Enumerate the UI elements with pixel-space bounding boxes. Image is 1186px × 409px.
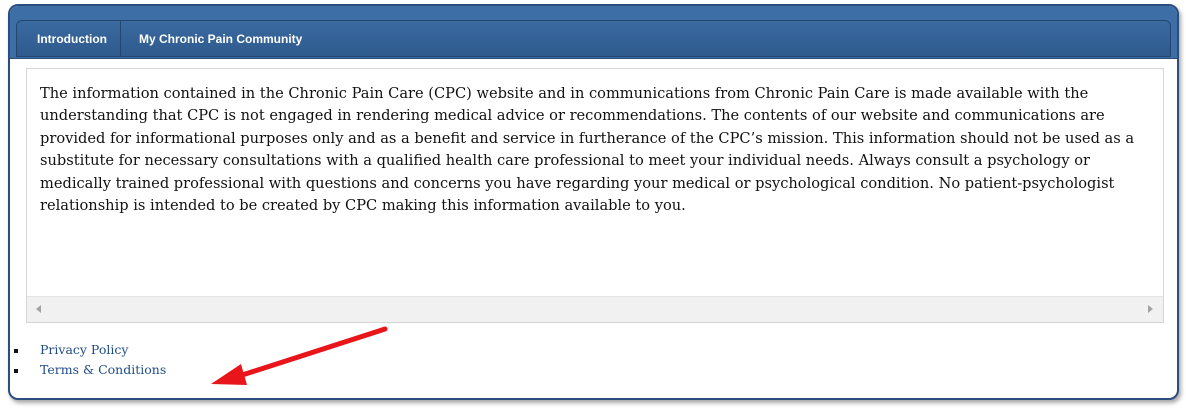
tab-strip: Introduction My Chronic Pain Community: [16, 20, 1171, 57]
tab-introduction[interactable]: Introduction: [17, 21, 121, 56]
terms-conditions-link[interactable]: Terms & Conditions: [40, 362, 166, 377]
bullet-icon: [14, 369, 18, 373]
scroll-left-icon[interactable]: [36, 305, 41, 313]
scroll-right-icon[interactable]: [1148, 305, 1153, 313]
footer-links: Privacy Policy Terms & Conditions: [10, 340, 166, 380]
list-item: Privacy Policy: [10, 340, 166, 360]
privacy-policy-link[interactable]: Privacy Policy: [40, 342, 128, 357]
disclaimer-text: The information contained in the Chronic…: [40, 85, 1135, 215]
list-item: Terms & Conditions: [10, 360, 166, 380]
bullet-icon: [14, 349, 18, 353]
tab-bar: Introduction My Chronic Pain Community: [10, 6, 1177, 59]
content-panel: The information contained in the Chronic…: [26, 68, 1164, 323]
horizontal-scrollbar[interactable]: [27, 296, 1163, 322]
red-arrow-icon: [211, 326, 388, 385]
tab-my-chronic-pain-community[interactable]: My Chronic Pain Community: [121, 21, 316, 56]
main-window: Introduction My Chronic Pain Community T…: [8, 4, 1179, 400]
